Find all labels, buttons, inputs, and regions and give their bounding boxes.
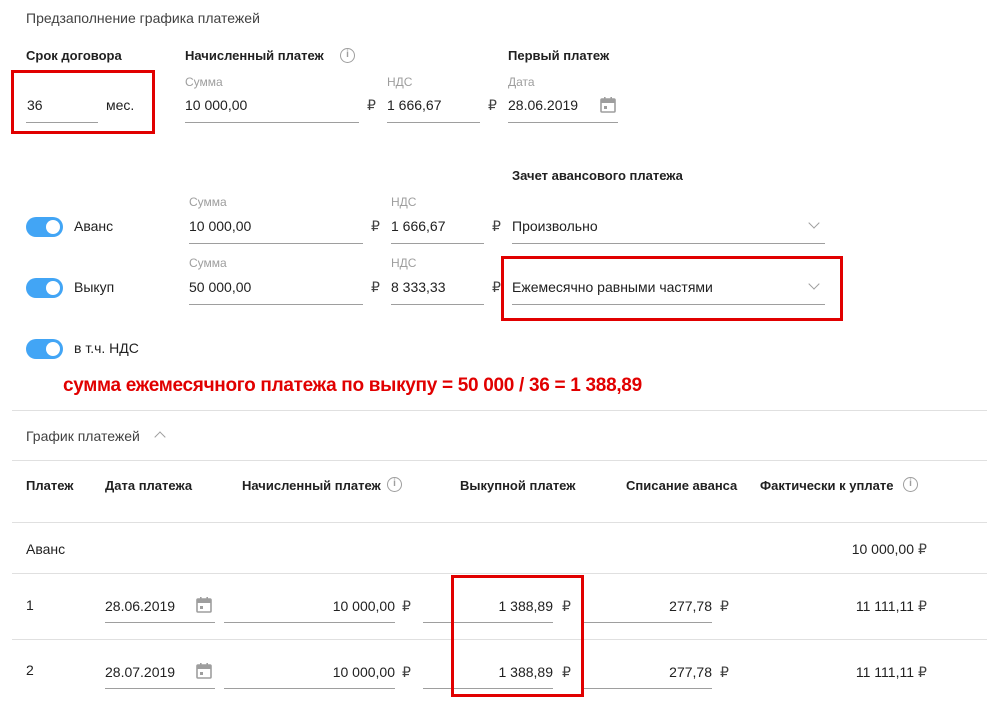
chevron-down-icon[interactable] <box>808 217 820 229</box>
advance-amount-input[interactable]: 10 000,00 <box>189 218 251 234</box>
writeoff-underline <box>582 688 712 689</box>
calendar-icon[interactable] <box>195 596 213 614</box>
divider <box>12 573 987 574</box>
col-buyout: Выкупной платеж <box>460 478 576 493</box>
advance-offset-label: Зачет авансового платежа <box>512 168 683 183</box>
buyout-label: Выкуп <box>74 279 115 295</box>
advance-vat-input[interactable]: 1 666,67 <box>391 218 446 234</box>
date-underline <box>105 688 215 689</box>
col-date: Дата платежа <box>105 478 193 493</box>
ruble-sign: ₽ <box>371 279 380 295</box>
schedule-advance-actual: 10 000,00 <box>851 541 914 557</box>
accrued-label: Начисленный платеж <box>185 48 324 63</box>
info-icon[interactable]: i <box>340 48 355 63</box>
advance-label: Аванс <box>74 218 114 234</box>
col-advance-writeoff: Списание аванса <box>626 478 738 493</box>
advance-mode-select[interactable]: Произвольно <box>512 218 598 234</box>
buyout-toggle[interactable] <box>26 278 63 298</box>
highlight-buyout-mode <box>501 256 843 321</box>
ruble-sign: ₽ <box>720 664 729 680</box>
ruble-sign: ₽ <box>371 218 380 234</box>
ruble-sign: ₽ <box>492 279 501 295</box>
schedule-advance-label: Аванс <box>26 541 66 557</box>
chevron-up-icon[interactable] <box>154 431 166 443</box>
date-underline <box>508 122 618 123</box>
buyout-vat-input[interactable]: 8 333,33 <box>391 279 446 295</box>
vat-caption: НДС <box>391 256 417 270</box>
section-title: Предзаполнение графика платежей <box>26 10 260 26</box>
amount-underline <box>189 304 363 305</box>
vat-included-label: в т.ч. НДС <box>74 340 139 356</box>
schedule-title[interactable]: График платежей <box>26 428 140 444</box>
amount-caption: Сумма <box>189 256 227 270</box>
accrued-amount-input[interactable]: 10 000,00 <box>185 97 247 113</box>
col-payment: Платеж <box>26 478 74 493</box>
accrued-vat-input[interactable]: 1 666,67 <box>387 97 442 113</box>
highlight-term <box>11 70 155 134</box>
row-writeoff-input[interactable]: 277,78 <box>582 598 712 614</box>
row-num: 1 <box>26 597 34 613</box>
row-accrued-input[interactable]: 10 000,00 <box>224 664 395 680</box>
first-payment-date-input[interactable]: 28.06.2019 <box>508 97 578 113</box>
vat-caption: НДС <box>391 195 417 209</box>
ruble-sign: ₽ <box>918 541 927 557</box>
date-underline <box>105 622 215 623</box>
amount-underline <box>189 243 363 244</box>
amount-caption: Сумма <box>185 75 223 89</box>
term-label: Срок договора <box>26 48 122 63</box>
ruble-sign: ₽ <box>918 664 927 680</box>
row-date-input[interactable]: 28.07.2019 <box>105 664 175 680</box>
ruble-sign: ₽ <box>720 598 729 614</box>
divider <box>12 460 987 461</box>
row-actual: 11 111,11 <box>855 598 914 614</box>
vat-underline <box>387 122 480 123</box>
divider <box>12 522 987 523</box>
divider <box>12 410 987 411</box>
accrued-underline <box>224 622 395 623</box>
amount-underline <box>185 122 359 123</box>
col-actual: Фактически к уплате <box>760 478 894 493</box>
calendar-icon[interactable] <box>599 96 617 114</box>
ruble-sign: ₽ <box>367 97 376 113</box>
buyout-amount-input[interactable]: 50 000,00 <box>189 279 251 295</box>
date-caption: Дата <box>508 75 535 89</box>
ruble-sign: ₽ <box>402 664 411 680</box>
first-payment-label: Первый платеж <box>508 48 610 63</box>
select-underline <box>512 243 825 244</box>
ruble-sign: ₽ <box>918 598 927 614</box>
info-icon[interactable]: i <box>387 477 402 492</box>
vat-underline <box>391 243 484 244</box>
amount-caption: Сумма <box>189 195 227 209</box>
row-actual: 11 111,11 <box>855 664 914 680</box>
col-accrued: Начисленный платеж <box>242 478 381 493</box>
vat-caption: НДС <box>387 75 413 89</box>
advance-toggle[interactable] <box>26 217 63 237</box>
row-accrued-input[interactable]: 10 000,00 <box>224 598 395 614</box>
writeoff-underline <box>582 622 712 623</box>
vat-included-toggle[interactable] <box>26 339 63 359</box>
ruble-sign: ₽ <box>492 218 501 234</box>
row-num: 2 <box>26 662 34 678</box>
ruble-sign: ₽ <box>488 97 497 113</box>
ruble-sign: ₽ <box>402 598 411 614</box>
accrued-underline <box>224 688 395 689</box>
info-icon[interactable]: i <box>903 477 918 492</box>
highlight-buyout-column <box>451 575 584 697</box>
vat-underline <box>391 304 484 305</box>
annotation-text: сумма ежемесячного платежа по выкупу = 5… <box>63 375 642 396</box>
row-writeoff-input[interactable]: 277,78 <box>582 664 712 680</box>
calendar-icon[interactable] <box>195 662 213 680</box>
row-date-input[interactable]: 28.06.2019 <box>105 598 175 614</box>
